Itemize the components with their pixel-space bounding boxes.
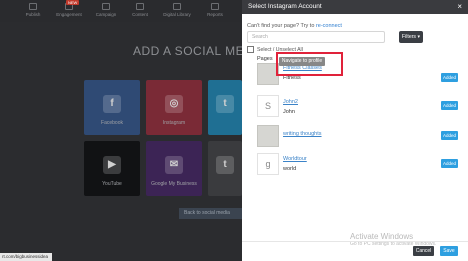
page-row: writing thoughts Added — [242, 125, 468, 151]
tile-label: Instagram — [162, 120, 186, 126]
youtube-icon: ▶ — [103, 156, 121, 174]
nav-label: Campaign — [95, 12, 117, 17]
tile-label: Facebook — [101, 120, 123, 126]
close-icon[interactable]: × — [457, 2, 462, 11]
modal-title: Select Instagram Account — [248, 3, 322, 10]
nav-item-campaign[interactable]: Campaign — [87, 3, 125, 21]
nav-item-content[interactable]: Content — [121, 3, 159, 21]
highlight-box — [276, 52, 343, 76]
search-input[interactable] — [247, 31, 385, 43]
added-button[interactable]: Added — [441, 131, 458, 140]
reports-icon — [211, 3, 219, 10]
instagram-icon: ◎ — [165, 95, 183, 113]
nav-item-reports[interactable]: Reports — [196, 3, 234, 21]
page-thumbnail: S — [257, 95, 279, 117]
nav-label: Digital Library — [163, 12, 191, 17]
back-to-social-media-button[interactable]: Back to social media — [179, 208, 243, 219]
page-category: world — [283, 166, 297, 172]
page-thumbnail — [257, 125, 279, 147]
twitter-tile[interactable]: t — [208, 80, 242, 135]
page-name-link[interactable]: Worldtour — [283, 156, 307, 162]
added-button[interactable]: Added — [441, 73, 458, 82]
cant-find-text: Can't find your page? Try to re-connect — [247, 23, 342, 29]
modal-header: Select Instagram Account × — [242, 0, 468, 14]
footer-divider — [242, 241, 468, 242]
page-row: g Worldtour world Added — [242, 153, 468, 179]
google-my-business-tile[interactable]: ✉ Google My Business — [146, 141, 202, 196]
save-button[interactable]: Save — [440, 246, 458, 256]
nav-label: Reports — [207, 12, 223, 17]
tile-label: Google My Business — [151, 181, 197, 187]
tumblr-icon: t — [216, 156, 234, 174]
facebook-icon: f — [103, 95, 121, 113]
nav-label: Publish — [25, 12, 41, 17]
google-my-business-icon: ✉ — [165, 156, 183, 174]
facebook-tile[interactable]: f Facebook — [84, 80, 140, 135]
page-row: S John2 John Added — [242, 95, 468, 121]
content-icon — [136, 3, 144, 10]
added-button[interactable]: Added — [441, 101, 458, 110]
cant-find-label: Can't find your page? Try to — [247, 23, 315, 29]
pages-heading: Pages — [257, 56, 273, 62]
nav-label: Engagement — [56, 12, 82, 17]
twitter-icon: t — [216, 95, 234, 113]
select-instagram-account-modal: Select Instagram Account × Can't find yo… — [242, 0, 468, 261]
filters-button[interactable]: Filters ▾ — [399, 31, 423, 43]
campaign-icon — [102, 3, 110, 10]
select-all-checkbox[interactable] — [247, 46, 254, 53]
youtube-tile[interactable]: ▶ YouTube — [84, 141, 140, 196]
activate-windows-watermark: Activate Windows Go to PC settings to ac… — [350, 232, 436, 247]
page-category: John — [283, 109, 295, 115]
new-badge: NEW — [66, 0, 80, 5]
tumblr-tile[interactable]: t — [208, 141, 242, 196]
page-thumbnail: g — [257, 153, 279, 175]
page-name-link[interactable]: writing thoughts — [283, 131, 322, 137]
reconnect-link[interactable]: re-connect — [316, 23, 342, 29]
tile-label: YouTube — [102, 181, 122, 187]
instagram-tile[interactable]: ◎ Instagram — [146, 80, 202, 135]
nav-item-publish[interactable]: Publish — [14, 3, 52, 21]
nav-label: Content — [132, 12, 148, 17]
added-button[interactable]: Added — [441, 159, 458, 168]
publish-icon — [29, 3, 37, 10]
page-name-link[interactable]: John2 — [283, 99, 298, 105]
nav-item-engagement[interactable]: Engagement — [50, 3, 88, 21]
watermark-title: Activate Windows — [350, 232, 414, 241]
cancel-button[interactable]: Cancel — [413, 246, 434, 256]
status-bar-url: rt.com/bigbusinessidea — [0, 253, 52, 261]
library-icon — [173, 3, 181, 10]
nav-item-digital-library[interactable]: Digital Library — [158, 3, 196, 21]
